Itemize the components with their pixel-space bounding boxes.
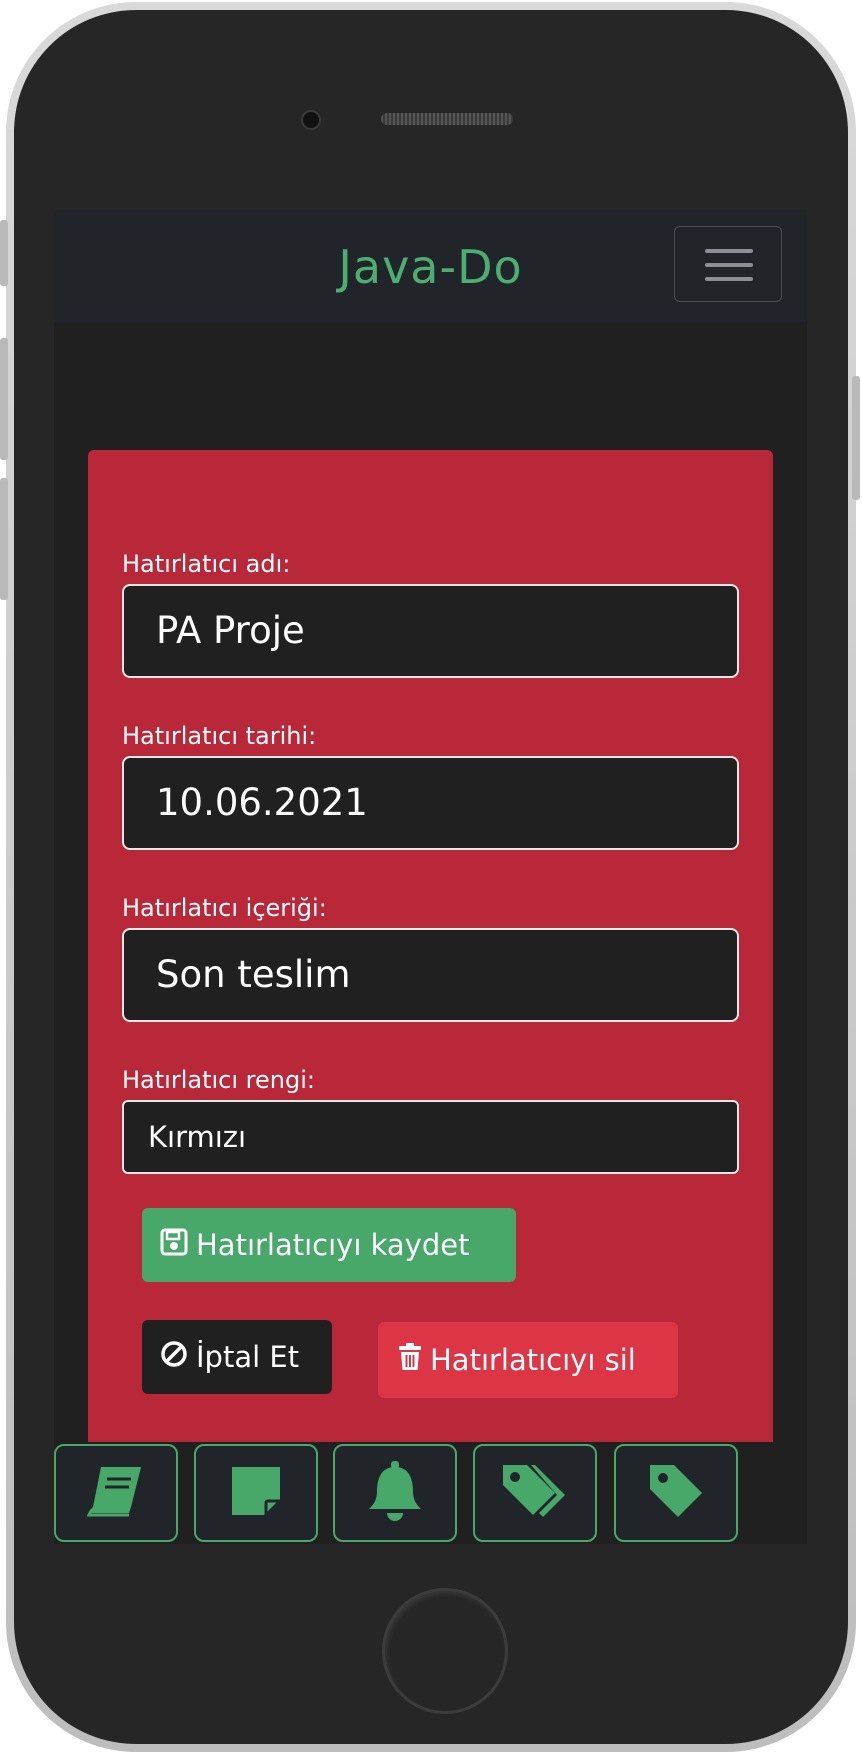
cancel-label: İptal Et	[196, 1340, 300, 1374]
phone-volume-up	[0, 338, 8, 460]
bell-icon	[367, 1461, 423, 1525]
screen: Java-Do Hatırlatıcı adı: PA Proje Hatırl…	[54, 210, 807, 1544]
earpiece-speaker	[381, 113, 513, 125]
hamburger-icon	[705, 277, 753, 281]
hamburger-icon	[705, 249, 753, 253]
reminder-color-label: Hatırlatıcı rengi:	[122, 1066, 315, 1094]
nav-tag-button[interactable]	[614, 1444, 738, 1542]
nav-reminders-button[interactable]	[333, 1444, 457, 1542]
home-button[interactable]	[382, 1588, 508, 1714]
front-camera	[301, 110, 321, 130]
phone-mute-switch	[0, 220, 8, 286]
nav-notebooks-button[interactable]	[54, 1444, 178, 1542]
floppy-disk-icon	[160, 1228, 188, 1263]
phone-volume-down	[0, 478, 8, 600]
delete-reminder-label: Hatırlatıcıyı sil	[430, 1343, 636, 1377]
bottom-navigation	[54, 1442, 807, 1544]
sticky-note-icon	[230, 1465, 282, 1521]
reminder-edit-card: Hatırlatıcı adı: PA Proje Hatırlatıcı ta…	[88, 450, 773, 1544]
nav-notes-button[interactable]	[194, 1444, 318, 1542]
hamburger-icon	[705, 263, 753, 267]
hamburger-menu-button[interactable]	[674, 226, 782, 302]
book-icon	[86, 1465, 145, 1521]
reminder-name-input[interactable]: PA Proje	[122, 584, 739, 678]
reminder-name-label: Hatırlatıcı adı:	[122, 550, 291, 578]
nav-tags-button[interactable]	[473, 1444, 597, 1542]
cancel-button[interactable]: İptal Et	[142, 1320, 332, 1394]
delete-reminder-button[interactable]: Hatırlatıcıyı sil	[378, 1322, 678, 1398]
navbar: Java-Do	[54, 210, 807, 322]
reminder-date-label: Hatırlatıcı tarihi:	[122, 722, 317, 750]
tags-icon	[501, 1463, 569, 1523]
ban-icon	[160, 1340, 188, 1375]
save-reminder-label: Hatırlatıcıyı kaydet	[196, 1228, 470, 1262]
phone-power-button	[852, 376, 860, 500]
reminder-date-input[interactable]: 10.06.2021	[122, 756, 739, 850]
save-reminder-button[interactable]: Hatırlatıcıyı kaydet	[142, 1208, 516, 1282]
reminder-color-select[interactable]: Kırmızı	[122, 1100, 739, 1174]
trash-icon	[398, 1342, 422, 1378]
reminder-content-input[interactable]: Son teslim	[122, 928, 739, 1022]
reminder-content-label: Hatırlatıcı içeriği:	[122, 894, 327, 922]
tag-icon	[648, 1463, 704, 1523]
